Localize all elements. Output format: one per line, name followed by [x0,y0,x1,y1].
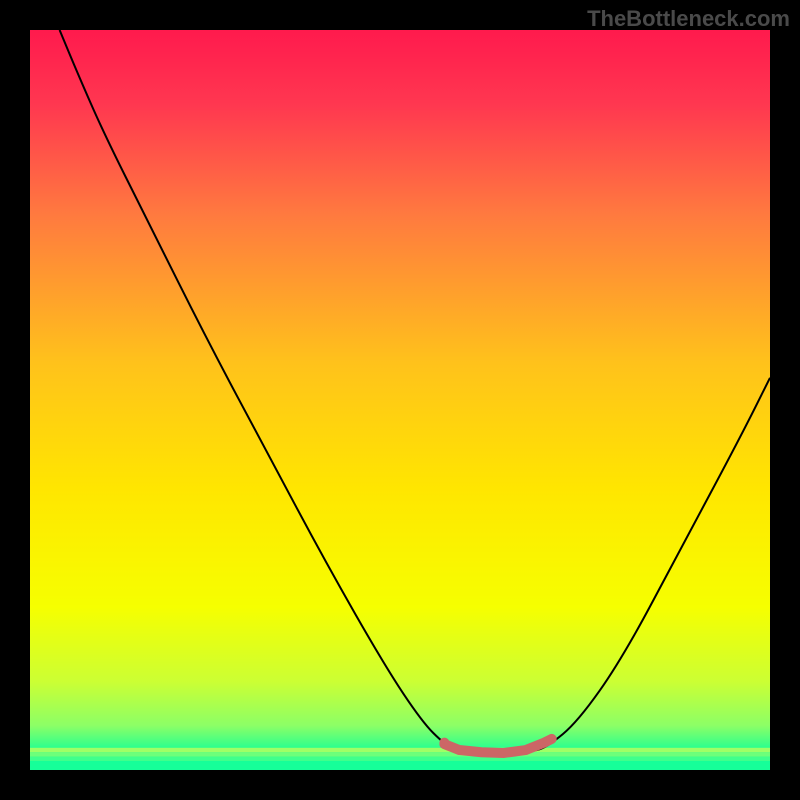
watermark-label: TheBottleneck.com [587,6,790,32]
chart-container: TheBottleneck.com [0,0,800,800]
bottleneck-curve [60,30,770,754]
optimal-highlight [444,739,551,753]
optimal-marker [439,738,449,748]
plot-area [30,30,770,770]
curve-layer [30,30,770,770]
